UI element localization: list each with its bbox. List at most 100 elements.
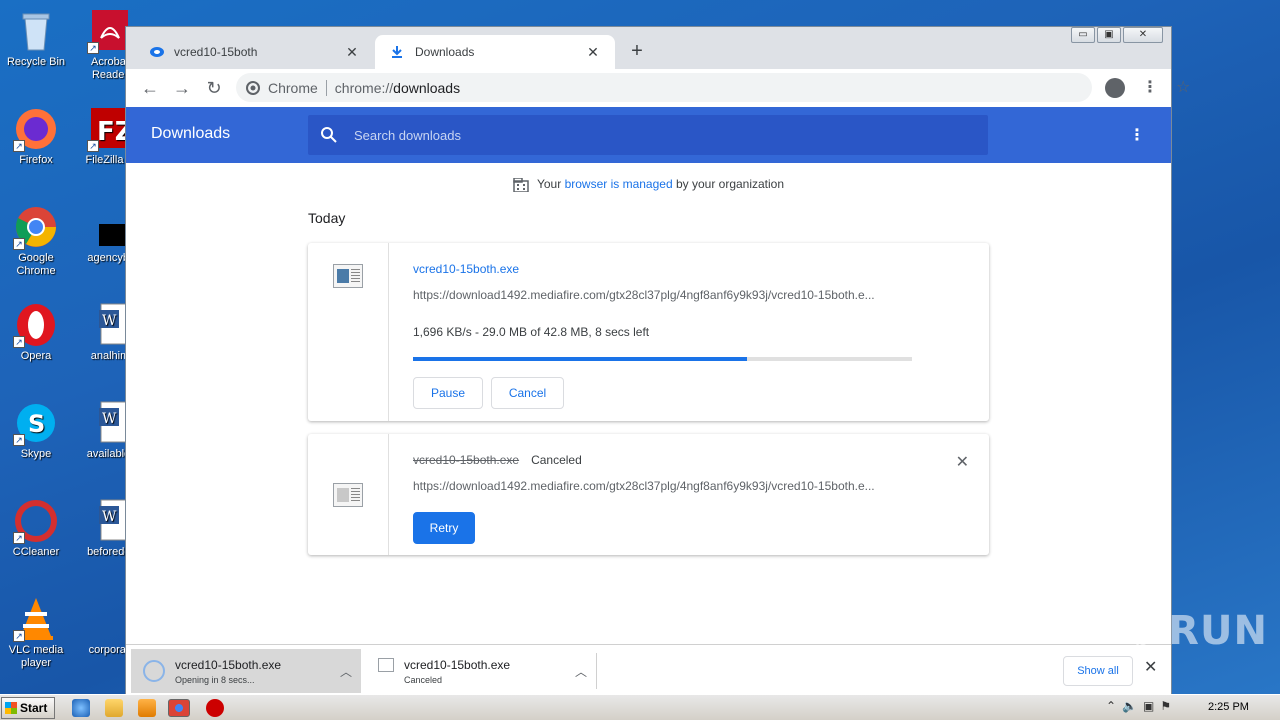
- desktop-icon-opera[interactable]: ↗ Opera: [1, 302, 71, 363]
- svg-text:W: W: [102, 313, 117, 329]
- source-url-link[interactable]: https://download1492.mediafire.com/gtx28…: [413, 479, 913, 493]
- managed-prefix: Your: [536, 177, 565, 191]
- remove-item-icon[interactable]: ✕: [956, 452, 969, 472]
- desktop-icon-label: Acrobat Reader: [91, 56, 129, 81]
- tray-arrow-icon[interactable]: ⌃: [1106, 699, 1116, 713]
- tab-title: vcred10-15both: [174, 45, 258, 59]
- desktop-icon-chrome[interactable]: ↗ Google Chrome: [1, 204, 71, 278]
- source-url-link[interactable]: https://download1492.mediafire.com/gtx28…: [413, 288, 913, 302]
- shelf-item-text: vcred10-15both.exe Opening in 8 secs...: [175, 658, 331, 685]
- desktop-icon-label: Recycle Bin: [6, 56, 66, 68]
- desktop-icon-ccleaner[interactable]: ↗ CCleaner: [1, 498, 71, 559]
- taskbar: Start ⌃ 🔈 ▣ ⚑ 2:25 PM: [0, 694, 1280, 720]
- minimize-button[interactable]: ▭: [1071, 27, 1095, 43]
- chevron-up-icon[interactable]: ︿: [331, 663, 361, 680]
- shelf-item-status: Canceled: [404, 674, 443, 685]
- forward-icon[interactable]: →: [166, 74, 198, 102]
- chrome-taskbar-icon[interactable]: [168, 699, 190, 717]
- reload-icon[interactable]: ↻: [198, 74, 230, 102]
- desktop-icon-firefox[interactable]: ↗ Firefox: [1, 106, 71, 167]
- tab-close-button[interactable]: ✕: [585, 44, 601, 61]
- file-name: vcred10-15both.exe: [413, 453, 520, 467]
- progress-bar-fill: [413, 357, 748, 361]
- desktop-icon-label: Skype: [20, 448, 52, 460]
- bookmark-star-icon[interactable]: ☆: [1176, 73, 1190, 102]
- desktop-icon-label: Opera: [20, 350, 52, 362]
- maximize-button[interactable]: ▣: [1097, 27, 1121, 43]
- svg-text:S: S: [28, 410, 45, 438]
- file-name-text: vcred10-15both.exe Canceled: [413, 453, 582, 467]
- download-shelf: vcred10-15both.exe Opening in 8 secs... …: [126, 644, 1171, 694]
- file-name-link[interactable]: vcred10-15both.exe: [413, 262, 519, 276]
- close-window-button[interactable]: ✕: [1123, 27, 1163, 43]
- media-player-icon[interactable]: [138, 699, 156, 717]
- back-icon[interactable]: ←: [134, 74, 166, 102]
- opera-icon: ↗: [13, 302, 59, 348]
- managed-link[interactable]: browser is managed: [565, 177, 673, 191]
- retry-button[interactable]: Retry: [413, 512, 475, 544]
- shelf-item-name: vcred10-15both.exe: [175, 657, 282, 672]
- page-title: Downloads: [151, 125, 231, 142]
- progress-status: 1,696 KB/s - 29.0 MB of 42.8 MB, 8 secs …: [413, 325, 650, 339]
- shelf-divider: [596, 653, 597, 689]
- shelf-item[interactable]: vcred10-15both.exe Canceled ︿: [366, 649, 596, 693]
- download-icon: [389, 44, 405, 60]
- desktop-icon-label: Google Chrome: [16, 252, 56, 277]
- desktop-icon-label: VLC media player: [8, 644, 64, 669]
- start-button[interactable]: Start: [1, 697, 55, 719]
- clock[interactable]: 2:25 PM: [1208, 701, 1249, 713]
- shelf-item[interactable]: vcred10-15both.exe Opening in 8 secs... …: [131, 649, 361, 693]
- desktop-icon-label: CCleaner: [12, 546, 60, 558]
- desktop-icon-vlc[interactable]: ↗ VLC media player: [1, 596, 71, 670]
- shelf-item-name: vcred10-15both.exe: [404, 657, 511, 672]
- recycle-bin-icon: [13, 8, 59, 54]
- progress-bar: [413, 357, 912, 361]
- tab-close-button[interactable]: ✕: [344, 44, 360, 61]
- managed-notice: Your browser is managed by your organiza…: [126, 177, 1171, 192]
- chrome-menu-icon[interactable]: ⋮: [1142, 77, 1158, 97]
- opening-spinner-icon: [143, 660, 165, 682]
- close-shelf-icon[interactable]: ✕: [1144, 657, 1157, 677]
- url-scheme: chrome://: [334, 79, 394, 96]
- exe-file-icon: [333, 483, 363, 507]
- firefox-icon: ↗: [13, 106, 59, 152]
- mediafire-icon: [148, 44, 164, 60]
- more-actions-icon[interactable]: ⋮: [1129, 125, 1145, 145]
- download-item-canceled: vcred10-15both.exe Canceled https://downl…: [308, 434, 989, 555]
- status-label: Canceled: [531, 453, 582, 467]
- network-icon[interactable]: ▣: [1143, 699, 1154, 713]
- explorer-folder-icon[interactable]: [105, 699, 123, 717]
- volume-icon[interactable]: 🔈: [1122, 699, 1137, 713]
- ccleaner-icon: ↗: [13, 498, 59, 544]
- skype-icon: S ↗: [13, 400, 59, 446]
- tab-downloads[interactable]: Downloads ✕: [375, 35, 615, 69]
- show-all-button[interactable]: Show all: [1063, 656, 1133, 686]
- chrome-icon: ↗: [13, 204, 59, 250]
- exe-file-icon: [333, 264, 363, 288]
- desktop-icon-recycle-bin[interactable]: Recycle Bin: [1, 8, 71, 69]
- search-icon: [321, 127, 337, 143]
- building-icon: [513, 177, 529, 192]
- cancel-button[interactable]: Cancel: [491, 377, 564, 409]
- tab-title: Downloads: [415, 45, 475, 59]
- desktop-icon-label: analhim: [90, 350, 130, 362]
- search-input[interactable]: [354, 127, 954, 143]
- address-bar[interactable]: Chrome chrome://downloads ☆: [236, 73, 1190, 102]
- flag-icon[interactable]: ⚑: [1160, 699, 1171, 713]
- vlc-icon: ↗: [13, 596, 59, 642]
- browser-toolbar: ← → ↻ Chrome chrome://downloads ☆ ⋮: [126, 69, 1190, 107]
- ie-icon[interactable]: [72, 699, 90, 717]
- anyrun-watermark: ANY▷RUN: [1040, 608, 1268, 654]
- tab-vcred[interactable]: vcred10-15both ✕: [134, 35, 374, 69]
- profile-avatar-icon[interactable]: [1105, 78, 1125, 98]
- search-box[interactable]: [308, 115, 988, 155]
- omnibox-separator: [325, 79, 327, 96]
- pause-button[interactable]: Pause: [413, 377, 483, 409]
- chevron-up-icon[interactable]: ︿: [566, 663, 596, 680]
- download-item-in-progress: vcred10-15both.exe https://download1492.…: [308, 243, 989, 421]
- desktop-icon-skype[interactable]: S ↗ Skype: [1, 400, 71, 461]
- shelf-item-text: vcred10-15both.exe Canceled: [404, 658, 566, 685]
- new-tab-button[interactable]: +: [626, 41, 648, 63]
- window-controls: ▭ ▣ ✕: [1069, 27, 1163, 43]
- stop-icon[interactable]: [206, 699, 224, 717]
